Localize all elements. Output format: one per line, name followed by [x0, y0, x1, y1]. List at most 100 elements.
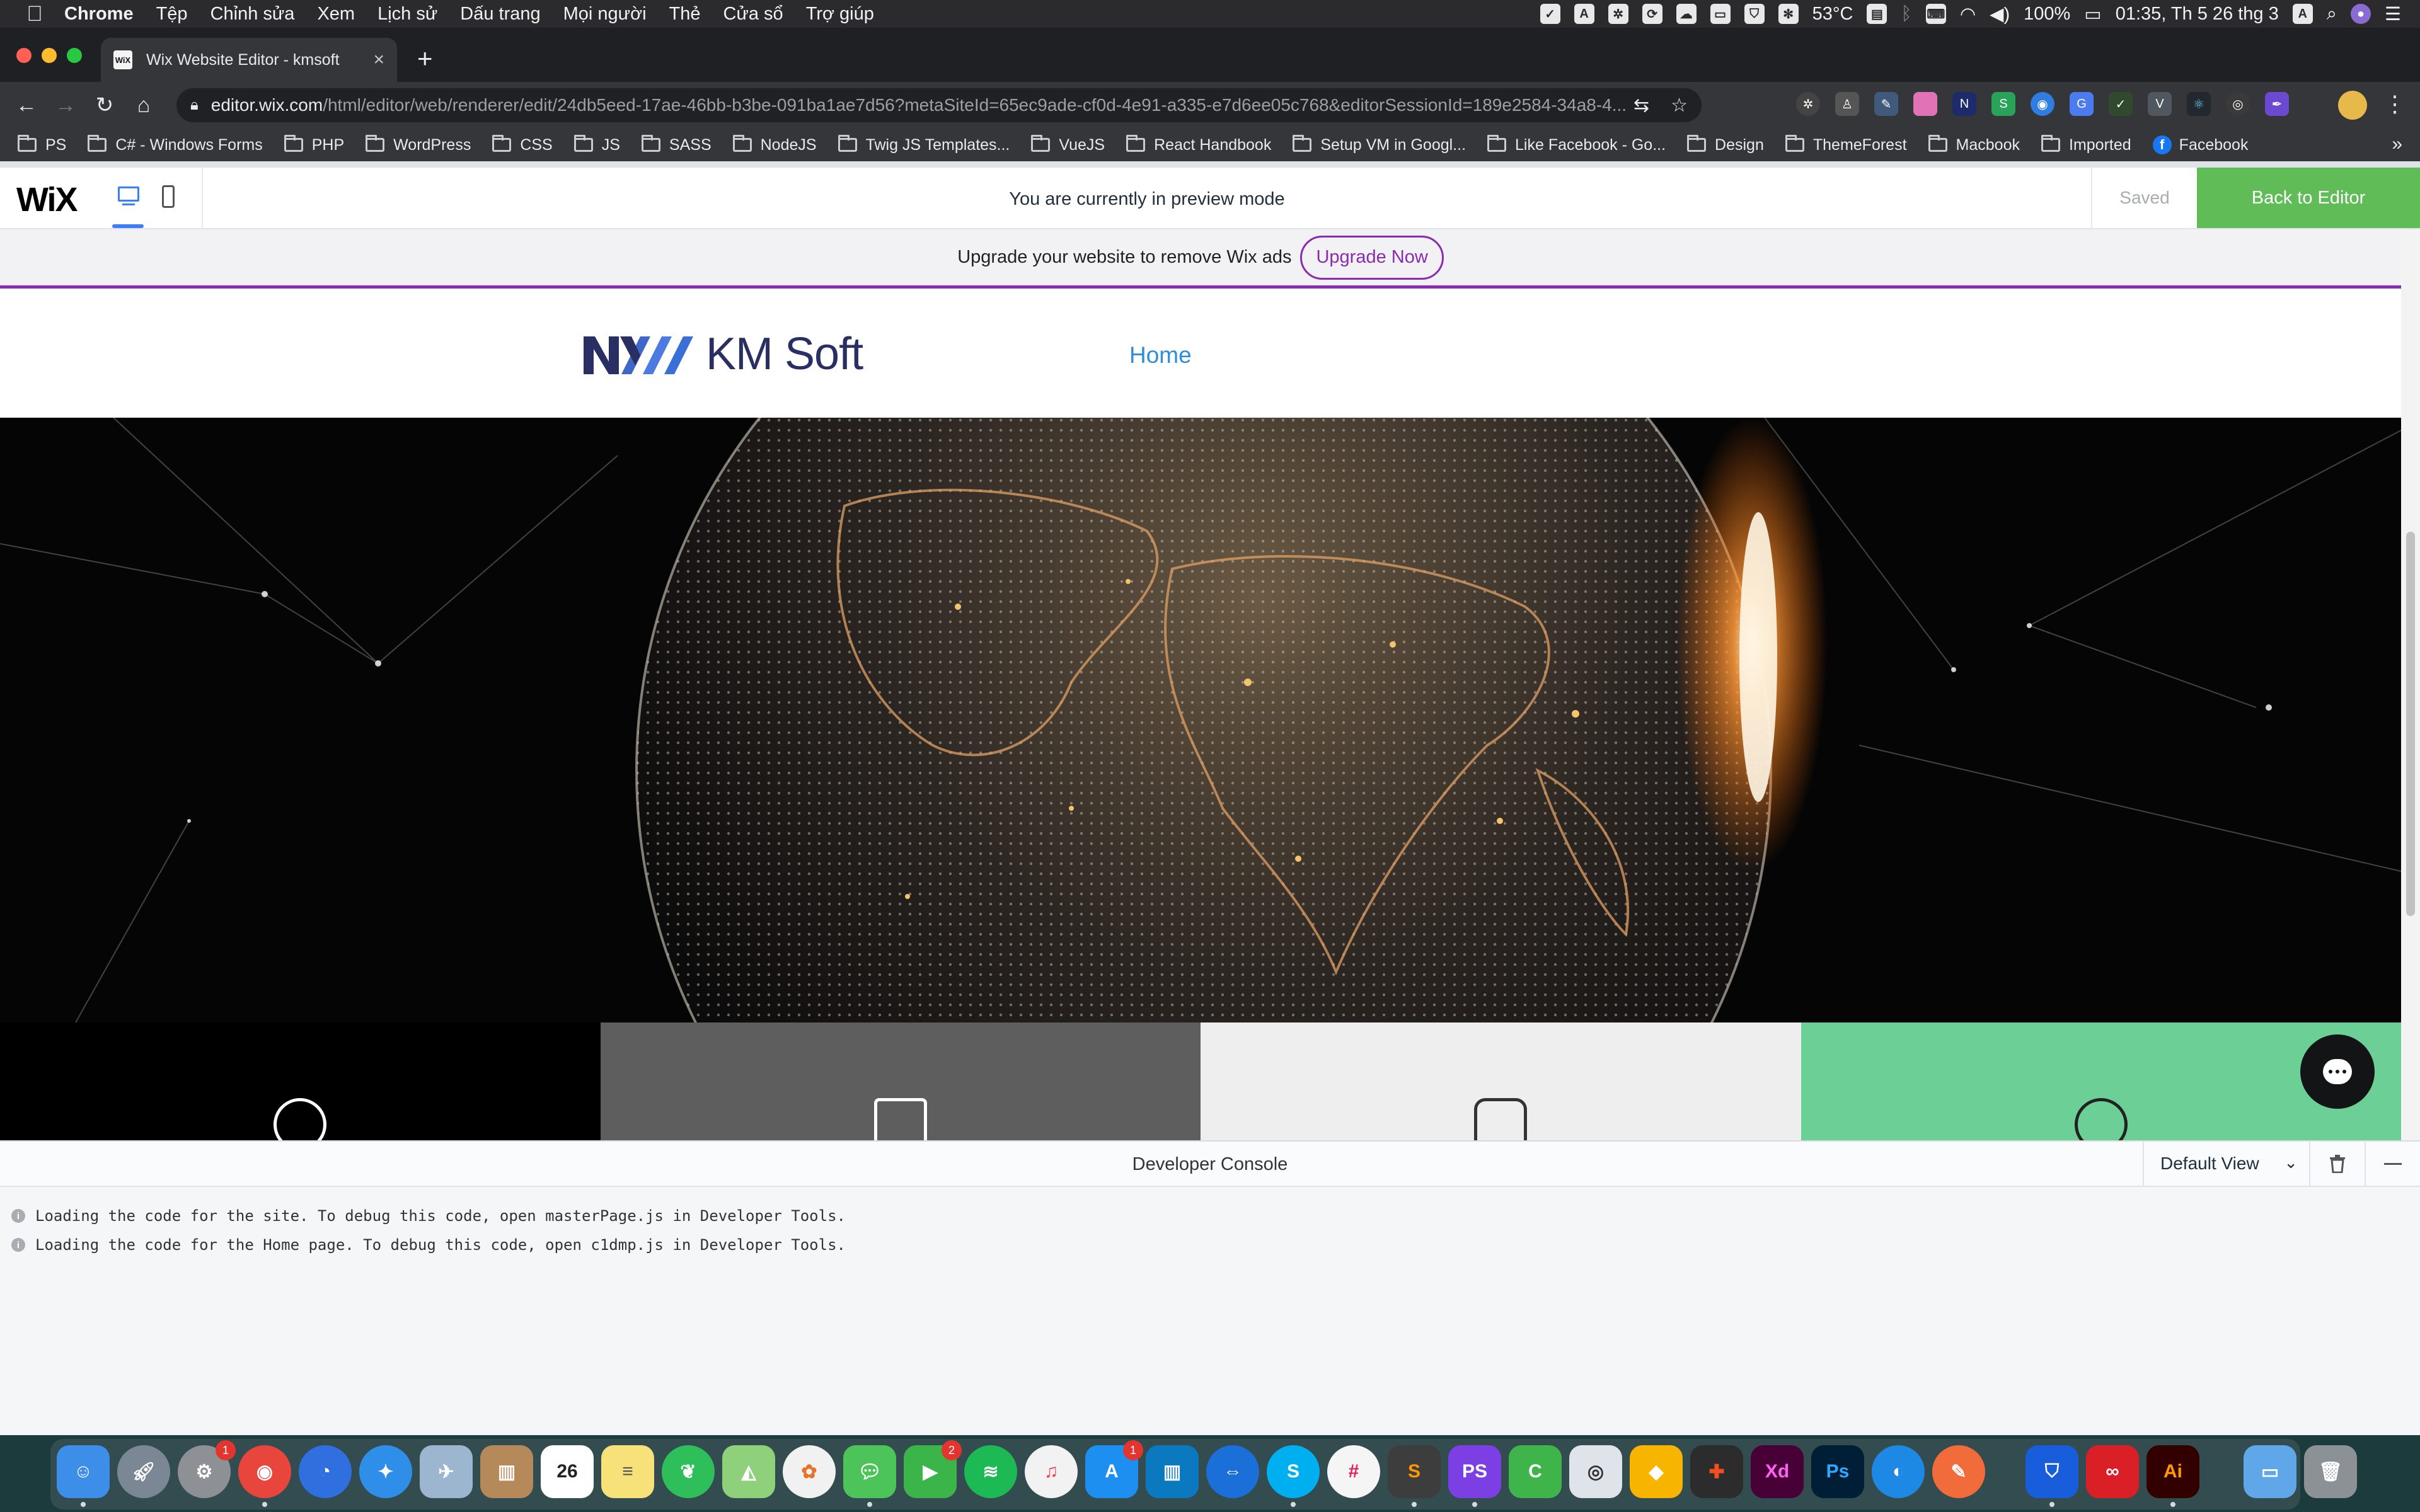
trello-icon[interactable]: ▥ — [1146, 1445, 1199, 1498]
extension-leaf-icon[interactable]: ✓ — [2109, 92, 2133, 116]
feature-tile[interactable] — [1201, 1022, 1801, 1140]
checkmark-icon[interactable]: ✓ — [1540, 4, 1560, 24]
bookmark-folder[interactable]: React Handbook — [1126, 135, 1271, 154]
adobe-xd-icon[interactable]: Xd — [1751, 1445, 1804, 1498]
sketch-icon[interactable]: ◆ — [1630, 1445, 1683, 1498]
illustrator-icon[interactable]: Ai — [2146, 1445, 2199, 1498]
extension-n-icon[interactable]: N — [1952, 92, 1976, 116]
pen-app-icon[interactable]: ✎ — [1932, 1445, 1985, 1498]
launchpad-icon[interactable]: 🚀︎ — [117, 1445, 170, 1498]
text-a-icon[interactable]: A — [1574, 4, 1594, 24]
reload-icon[interactable]: ↻ — [92, 93, 117, 118]
back-arrow-icon[interactable]: ← — [14, 93, 39, 118]
spotify-icon[interactable]: ≋ — [964, 1445, 1017, 1498]
extension-figure-icon[interactable]: ♙ — [1835, 92, 1859, 116]
feature-tile[interactable] — [600, 1022, 1201, 1140]
bookmark-folder[interactable]: WordPress — [366, 135, 471, 154]
bookmark-folder[interactable]: SASS — [641, 135, 712, 154]
menu-edit[interactable]: Chỉnh sửa — [210, 4, 295, 25]
bookmark-folder[interactable]: PHP — [284, 135, 344, 154]
music-icon[interactable]: ♫ — [1025, 1445, 1078, 1498]
bookmark-folder[interactable]: Twig JS Templates... — [838, 135, 1010, 154]
sublime-text-icon[interactable]: S — [1388, 1445, 1441, 1498]
sync-icon[interactable]: ⟳ — [1642, 4, 1662, 24]
teamviewer-icon[interactable]: ⇔ — [1206, 1445, 1259, 1498]
bookmark-folder[interactable]: VueJS — [1031, 135, 1105, 154]
coda-icon[interactable]: C — [1509, 1445, 1562, 1498]
skype-icon[interactable]: S — [1267, 1445, 1320, 1498]
spotlight-search-icon[interactable]: ⌕ — [2327, 4, 2337, 25]
extension-blue-icon[interactable]: ◉ — [2031, 92, 2054, 116]
bluetooth-icon[interactable]: ᛒ — [1901, 4, 1911, 25]
browser-tab[interactable]: WiX Wix Website Editor - kmsoft × — [101, 38, 397, 82]
address-bar[interactable]: 🔒︎ editor.wix.com/html/editor/web/render… — [176, 88, 1702, 122]
gear-icon[interactable]: ✲ — [1608, 4, 1628, 24]
battery-icon[interactable]: ▭ — [2084, 3, 2101, 25]
new-tab-button[interactable]: + — [417, 45, 433, 72]
cloud-icon[interactable]: ☁ — [1676, 4, 1697, 24]
evernote-icon[interactable]: ❦ — [662, 1445, 715, 1498]
keyboard-icon[interactable]: ⌨ — [1925, 4, 1946, 24]
facetime-icon[interactable]: ▶ 2 — [904, 1440, 962, 1498]
menu-tab[interactable]: Thẻ — [669, 4, 701, 25]
extension-s-icon[interactable]: S — [1991, 92, 2015, 116]
messages-icon[interactable]: 💬︎ — [843, 1445, 896, 1498]
trash-icon[interactable]: 🗑︎ — [2304, 1445, 2357, 1498]
km-soft-logo[interactable]: KM Soft — [582, 328, 863, 380]
chrome-menu-icon[interactable]: ⋮ — [2383, 91, 2406, 117]
home-icon[interactable]: ⌂ — [131, 93, 156, 118]
bookmark-folder[interactable]: Setup VM in Googl... — [1293, 135, 1466, 154]
firefox-icon[interactable]: ◔ — [299, 1445, 352, 1498]
forward-arrow-icon[interactable]: → — [53, 93, 78, 118]
bookmark-facebook[interactable]: f Facebook — [2152, 135, 2248, 154]
user-avatar-icon[interactable]: ● — [2351, 4, 2371, 24]
extension-circle-icon[interactable]: ◎ — [2226, 92, 2250, 116]
bookmark-folder[interactable]: Macbook — [1928, 135, 2020, 154]
clear-console-button[interactable] — [2309, 1142, 2365, 1186]
display-icon[interactable]: ▭ — [1710, 4, 1731, 24]
site-scrollbar[interactable] — [2401, 229, 2420, 1140]
profile-avatar[interactable] — [2338, 91, 2367, 120]
contacts-icon[interactable]: ▥ — [480, 1445, 533, 1498]
menu-help[interactable]: Trợ giúp — [806, 4, 874, 25]
preview-icon[interactable]: ✈ — [420, 1445, 473, 1498]
scrollbar-thumb[interactable] — [2406, 532, 2415, 916]
feature-tile[interactable] — [0, 1022, 601, 1140]
extension-gradient-icon[interactable] — [1913, 92, 1937, 116]
window-zoom-button[interactable] — [67, 48, 82, 63]
nav-home-link[interactable]: Home — [1129, 342, 1192, 369]
console-view-select[interactable]: Default View ⌄ — [2143, 1142, 2309, 1186]
creative-cloud-icon[interactable]: ∞ — [2086, 1445, 2139, 1498]
figma-icon[interactable]: ✚ — [1690, 1445, 1743, 1498]
menu-view[interactable]: Xem — [317, 4, 355, 25]
chrome-icon[interactable]: ◉ — [238, 1445, 291, 1498]
maps-icon[interactable]: ◭ — [722, 1445, 775, 1498]
apple-menu-icon[interactable]:  — [24, 2, 45, 26]
extension-eyedropper-icon[interactable]: ✎ — [1874, 92, 1898, 116]
volume-icon[interactable]: ◀) — [1990, 3, 2010, 25]
bookmark-folder[interactable]: NodeJS — [732, 135, 817, 154]
shield-icon[interactable]: ⛉ — [1744, 4, 1765, 24]
navicat-icon[interactable]: ◐ — [1872, 1445, 1925, 1498]
bookmark-folder[interactable]: PS — [18, 135, 66, 154]
lock-icon[interactable]: 🔒︎ — [190, 96, 199, 114]
menu-people[interactable]: Mọi người — [563, 4, 647, 25]
translate-icon[interactable]: ⇆ — [1634, 94, 1649, 117]
safari-icon[interactable]: ✦ — [359, 1445, 412, 1498]
extension-translate-icon[interactable]: G — [2070, 92, 2094, 116]
fan-icon[interactable]: ✻ — [1778, 4, 1799, 24]
notes-icon[interactable]: ≡ — [601, 1445, 654, 1498]
bookmark-folder[interactable]: Like Facebook - Go... — [1487, 135, 1666, 154]
bookmark-star-icon[interactable]: ☆ — [1671, 94, 1688, 117]
calendar-icon[interactable]: 26 — [541, 1445, 594, 1498]
battery-percent[interactable]: 100% — [2024, 4, 2070, 25]
bookmark-folder[interactable]: C# - Windows Forms — [88, 135, 263, 154]
system-preferences-icon[interactable]: ⚙ 1 — [178, 1440, 236, 1498]
photos-icon[interactable]: ✿ — [783, 1445, 836, 1498]
docker-icon[interactable]: ▤ — [1867, 4, 1887, 24]
app-store-icon[interactable]: A1 — [1085, 1440, 1143, 1498]
minimize-console-button[interactable] — [2365, 1142, 2420, 1186]
bookmark-folder[interactable]: JS — [573, 135, 620, 154]
photoshop-icon[interactable]: Ps — [1811, 1445, 1864, 1498]
bookmarks-overflow-button[interactable]: » — [2392, 134, 2402, 155]
